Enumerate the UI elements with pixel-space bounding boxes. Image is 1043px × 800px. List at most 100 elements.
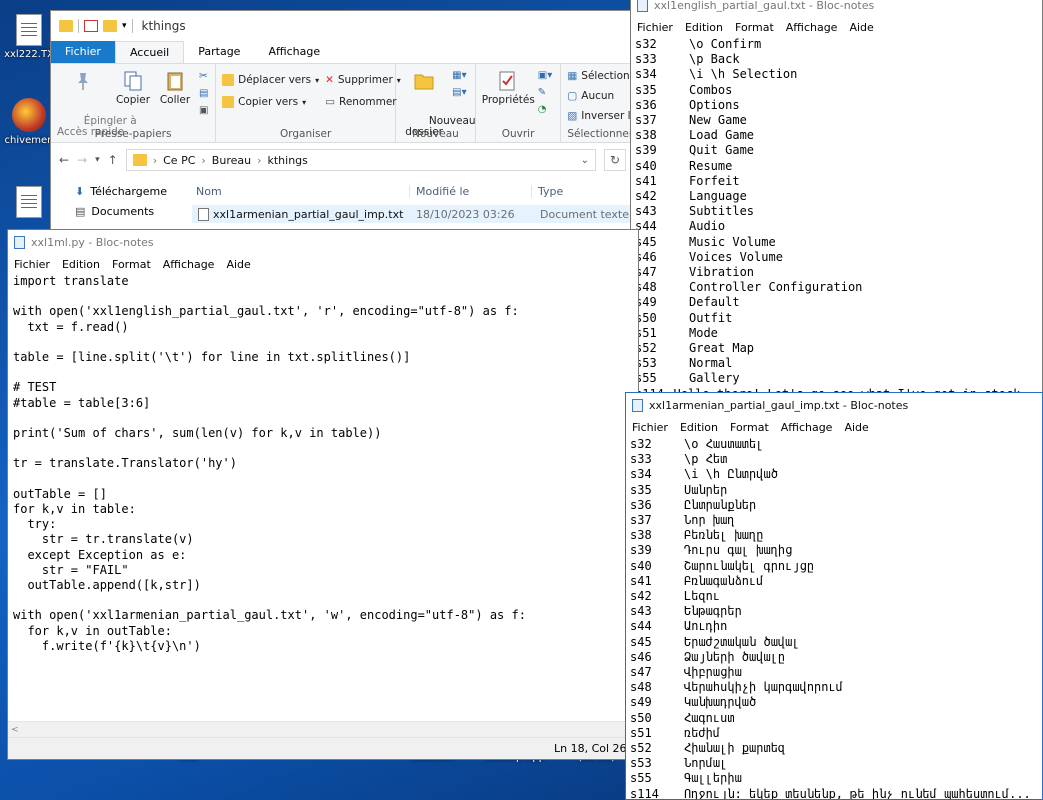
file-name: xxl1armenian_partial_gaul_imp.txt: [213, 207, 404, 221]
line-key: s44: [630, 619, 652, 634]
line-value: Շարունակել գրույցը: [684, 558, 815, 573]
invert-selection-button[interactable]: ▧Inverser la séle: [567, 110, 634, 122]
menu-fichier[interactable]: Fichier: [14, 258, 50, 271]
line-value: ռեժիմ: [684, 725, 721, 740]
notepad-script-titlebar: xxl1ml.py - Bloc-notes: [8, 230, 638, 254]
copy-path-icon[interactable]: ▤: [199, 88, 208, 99]
copy-to-button[interactable]: Copier vers ▾: [222, 96, 319, 108]
notepad-armenian-title: xxl1armenian_partial_gaul_imp.txt - Bloc…: [649, 398, 909, 412]
invert-selection-icon: ▧: [567, 110, 578, 122]
menu-aide[interactable]: Aide: [844, 421, 868, 434]
notepad-english-title: xxl1english_partial_gaul.txt - Bloc-note…: [654, 0, 875, 12]
tab-affichage[interactable]: Affichage: [254, 41, 334, 63]
tab-accueil[interactable]: Accueil: [114, 41, 185, 63]
text-line: s41 Forfeit: [635, 174, 1042, 189]
menu-aide[interactable]: Aide: [849, 21, 873, 34]
notepad-armenian-text[interactable]: s32 \o Հաստատել s33 \p Հետ s34 \i \h Ընտրված s…: [626, 437, 1042, 799]
cursor-position: Ln 18, Col 26: [554, 742, 627, 755]
refresh-button[interactable]: ↻: [604, 149, 626, 171]
properties-quick-icon[interactable]: [84, 20, 98, 32]
menu-format[interactable]: Format: [730, 421, 769, 434]
rename-button[interactable]: ▭ Renommer: [325, 96, 401, 108]
new-folder-quick-icon[interactable]: [103, 20, 117, 32]
text-line: s33 \p Back: [635, 52, 1042, 67]
text-line: s52 Great Map: [635, 341, 1042, 356]
line-value: \o Հաստատել: [684, 437, 764, 451]
paste-shortcut-icon[interactable]: ▣: [199, 105, 208, 116]
breadcrumb-ce-pc[interactable]: Ce PC: [163, 154, 195, 167]
forward-icon[interactable]: →: [77, 153, 87, 167]
nav-item-documents[interactable]: ▤ Documents: [75, 201, 190, 221]
line-value: Vibration: [689, 265, 755, 280]
menu-aide[interactable]: Aide: [226, 258, 250, 271]
history-icon[interactable]: ◔: [538, 104, 552, 115]
line-value: \p Հետ: [684, 452, 728, 467]
edit-icon[interactable]: ✎: [538, 87, 552, 98]
menu-edition[interactable]: Edition: [680, 421, 718, 434]
notepad-icon: [637, 0, 648, 12]
copy-to-icon: [222, 96, 235, 108]
line-key: s55: [630, 771, 652, 786]
file-modified: 18/10/2023 03:26: [416, 207, 515, 221]
cut-icon[interactable]: ✂: [199, 70, 208, 82]
new-item-icon[interactable]: ▦▾: [452, 70, 466, 81]
delete-button[interactable]: ✕ Supprimer ▾: [325, 74, 401, 86]
text-line: s51 Mode: [635, 326, 1042, 341]
nav-item-downloads[interactable]: ⬇ Téléchargeme: [75, 181, 190, 201]
menu-affichage[interactable]: Affichage: [781, 421, 833, 434]
select-none-button[interactable]: ▢ Aucun: [567, 90, 634, 102]
easy-access-icon[interactable]: ▤▾: [452, 87, 466, 98]
line-key: s51: [635, 325, 657, 340]
address-folder-icon: [132, 154, 147, 166]
text-line: s47 Vibration: [635, 265, 1042, 280]
notepad-armenian-window: xxl1armenian_partial_gaul_imp.txt - Bloc…: [625, 392, 1043, 800]
line-value: Outfit: [689, 310, 733, 325]
code-editor[interactable]: import translate with open('xxl1english_…: [8, 274, 638, 654]
open-icon[interactable]: ▣▾: [538, 70, 552, 81]
column-name[interactable]: Nom: [190, 184, 410, 198]
recent-locations-icon[interactable]: ▾: [95, 155, 100, 165]
notepad-armenian-titlebar: xxl1armenian_partial_gaul_imp.txt - Bloc…: [626, 393, 1042, 417]
text-line: s38 Load Game: [635, 128, 1042, 143]
address-dropdown-icon[interactable]: ⌄: [581, 155, 589, 166]
breadcrumb-bureau[interactable]: Bureau: [212, 154, 251, 167]
line-value: Ընտրանքներ: [684, 497, 757, 512]
notepad-english-window: xxl1english_partial_gaul.txt - Bloc-note…: [630, 0, 1043, 397]
select-all-button[interactable]: ▦Sélectionner t: [567, 70, 634, 82]
column-modified[interactable]: Modifié le: [410, 184, 532, 198]
text-line: s44 Աուդիո: [630, 619, 1042, 634]
address-bar-row: ← → ▾ ↑ › Ce PC › Bureau › kthings ⌄ ↻: [51, 143, 634, 177]
breadcrumb-kthings[interactable]: kthings: [267, 154, 307, 167]
file-row[interactable]: xxl1armenian_partial_gaul_imp.txt 18/10/…: [192, 205, 634, 223]
address-bar[interactable]: › Ce PC › Bureau › kthings ⌄: [125, 149, 596, 171]
line-value: Վերահսկիչի կարգավորում: [684, 680, 843, 695]
tab-fichier[interactable]: Fichier: [51, 41, 115, 63]
ribbon-tabs: Fichier Accueil Partage Affichage: [51, 41, 634, 63]
text-line: s51 ռեժիմ: [630, 726, 1042, 741]
line-value: Great Map: [689, 341, 755, 356]
up-icon[interactable]: ↑: [108, 153, 118, 167]
menu-affichage[interactable]: Affichage: [786, 21, 838, 34]
line-value: Audio: [689, 219, 726, 234]
menu-fichier[interactable]: Fichier: [632, 421, 668, 434]
customize-toolbar-icon[interactable]: ▾: [122, 21, 127, 31]
menu-affichage[interactable]: Affichage: [163, 258, 215, 271]
horizontal-scrollbar[interactable]: <: [8, 721, 638, 737]
ribbon: Épingler à Accès rapide Copier Coller ✂ …: [51, 63, 634, 143]
back-icon[interactable]: ←: [59, 153, 69, 167]
move-to-button[interactable]: Déplacer vers ▾: [222, 74, 319, 86]
line-key: s41: [635, 173, 657, 188]
column-type[interactable]: Type: [532, 185, 632, 198]
tab-partage[interactable]: Partage: [184, 41, 254, 63]
notepad-english-text[interactable]: s32 \o Confirm s33 \p Back s34 \i \h Selectio…: [631, 37, 1042, 396]
line-value: Նորմալ: [684, 756, 728, 771]
menu-edition[interactable]: Edition: [685, 21, 723, 34]
menu-fichier[interactable]: Fichier: [637, 21, 673, 34]
line-value: Դուրս գալ խաղից: [684, 543, 793, 558]
line-value: Default: [689, 295, 740, 310]
menu-format[interactable]: Format: [112, 258, 151, 271]
download-icon: ⬇: [75, 184, 85, 198]
menu-format[interactable]: Format: [735, 21, 774, 34]
menu-edition[interactable]: Edition: [62, 258, 100, 271]
properties-icon: [499, 71, 515, 91]
